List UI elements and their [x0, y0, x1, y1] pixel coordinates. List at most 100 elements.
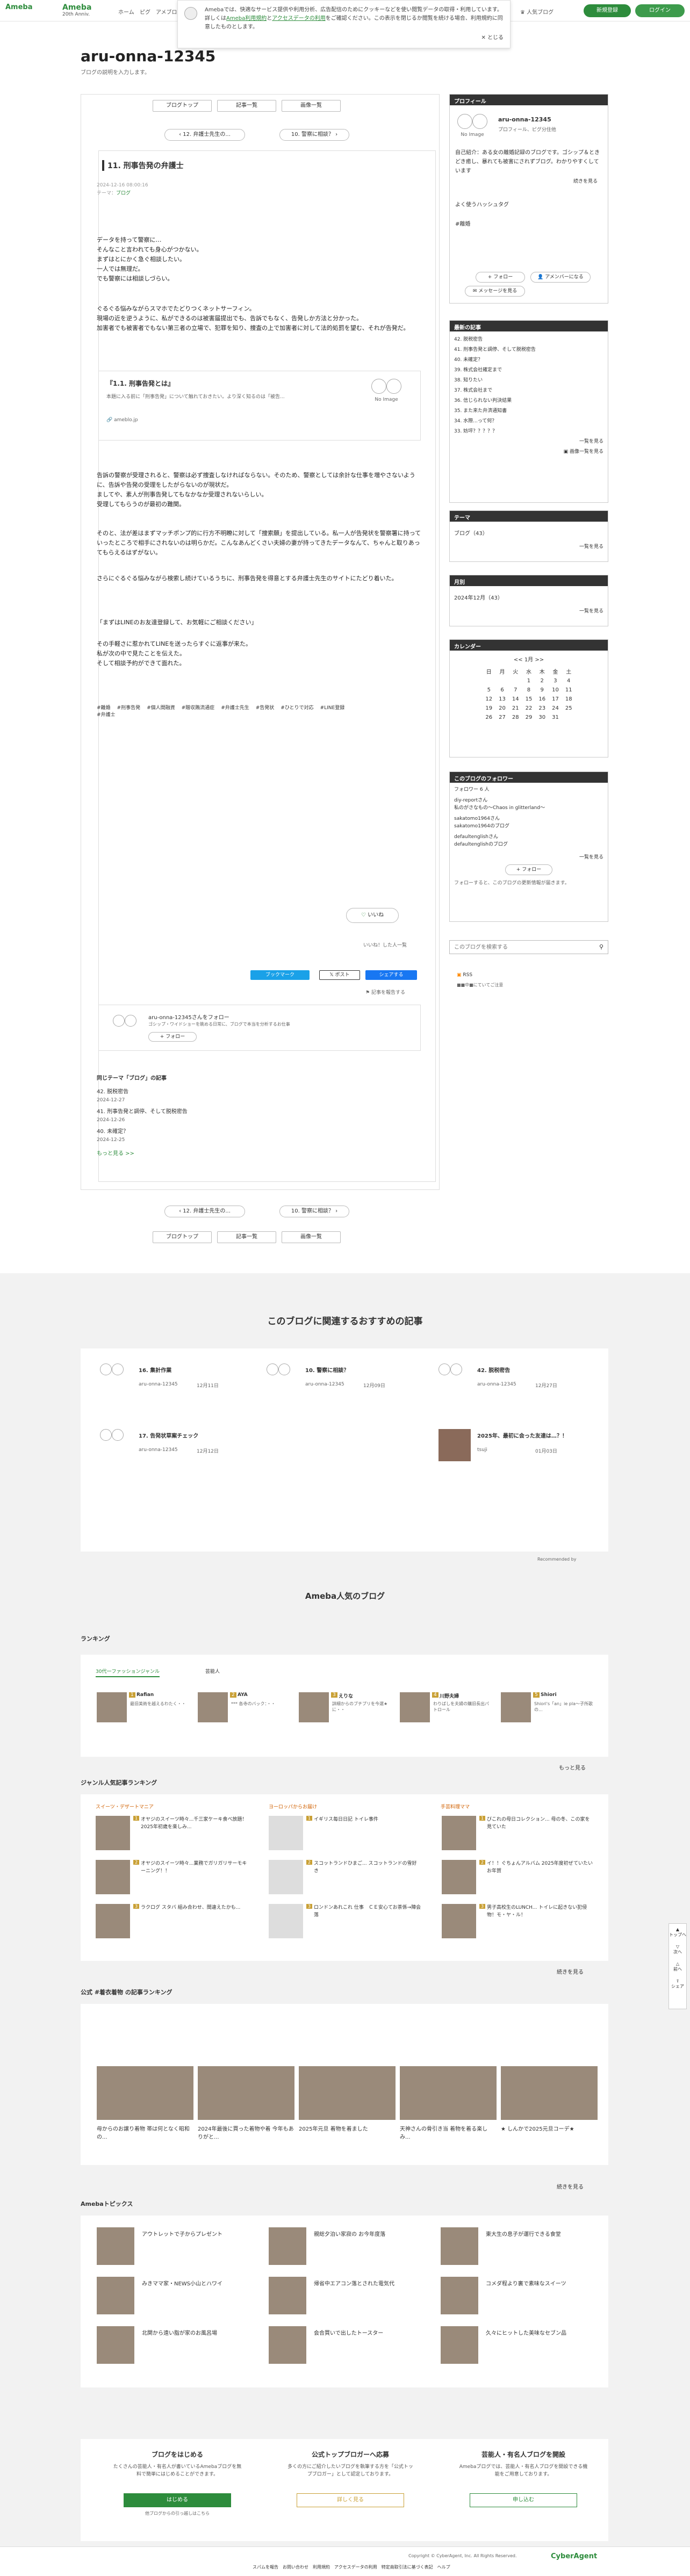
- theme-item[interactable]: ブログ（43）: [454, 529, 603, 538]
- hashtag[interactable]: #LINE登録: [320, 705, 345, 711]
- genre-item[interactable]: 2 イ！！ぐちょんアルバム 2025年度初ぜていたいお年賀: [442, 1860, 603, 1899]
- calendar-day[interactable]: 5: [482, 686, 495, 695]
- footer-link[interactable]: 特定商取引法に基づく表記: [382, 2565, 433, 2570]
- official-item[interactable]: 2025年元旦 着物を着ました: [299, 2066, 396, 2158]
- author-follow-button[interactable]: + フォロー: [148, 1032, 197, 1042]
- recent-item[interactable]: 42. 脱税密告: [454, 335, 603, 345]
- follower-item[interactable]: diy-reportさん 私のがさなもの～Chaos in glitterland…: [454, 797, 603, 812]
- profile-follow-button[interactable]: + フォロー: [476, 272, 525, 283]
- cta-sub[interactable]: 他ブログからの引っ越しはこちら: [97, 2510, 258, 2516]
- calendar-day[interactable]: 16: [535, 695, 549, 704]
- recent-image-more[interactable]: ▣ 画像一覧を見る: [454, 447, 603, 457]
- recent-item[interactable]: 35. また来た弁済通知書: [454, 406, 603, 416]
- hashtag[interactable]: #刑事告発: [117, 705, 141, 711]
- hashtag[interactable]: #離婚: [97, 705, 111, 711]
- genre-item[interactable]: 1 イギリス毎日日記 トイレ事件: [269, 1816, 430, 1855]
- recent-item[interactable]: 38. 知りたい: [454, 376, 603, 386]
- genre-item[interactable]: 2 オヤジのスイーツ時々...業務でガリガリサーモキーニング！！: [96, 1860, 257, 1899]
- profile-more[interactable]: 続きを見る: [573, 177, 598, 184]
- calendar-day[interactable]: 29: [522, 713, 536, 722]
- profile-hashtag[interactable]: #離婚: [455, 219, 470, 227]
- calendar-day[interactable]: 1: [522, 676, 536, 686]
- cookie-close-button[interactable]: ✕ とじる: [481, 34, 504, 42]
- genre-item[interactable]: 1 びこれの母日コレクション... 母の冬、この家を見ていた: [442, 1816, 603, 1855]
- calendar-day[interactable]: 22: [522, 704, 536, 713]
- calendar-day[interactable]: 18: [562, 695, 576, 704]
- calendar-day[interactable]: 10: [549, 686, 562, 695]
- login-button[interactable]: ログイン: [635, 4, 685, 17]
- recent-item[interactable]: 37. 株式会社まで: [454, 386, 603, 396]
- footer-link[interactable]: お問い合わせ: [283, 2565, 308, 2570]
- calendar-day[interactable]: 9: [535, 686, 549, 695]
- calendar-day[interactable]: 15: [522, 695, 536, 704]
- calendar-day[interactable]: 17: [549, 695, 562, 704]
- recent-item[interactable]: 36. 信じられない判決結果: [454, 396, 603, 406]
- article-list-button[interactable]: 記事一覧: [217, 100, 276, 112]
- report-link[interactable]: ⚑ 記事を報告する: [365, 988, 405, 995]
- recent-more[interactable]: 一覧を見る: [454, 437, 603, 447]
- topic-item[interactable]: 親総夕泊い家寂の お今年度落: [269, 2227, 430, 2266]
- theme-more[interactable]: 一覧を見る: [454, 543, 603, 552]
- official-more[interactable]: 続きを見る: [557, 2182, 584, 2190]
- recent-item[interactable]: 39. 株式会社確定まで: [454, 365, 603, 376]
- hashtag[interactable]: #弁護士: [97, 712, 116, 718]
- calendar-day[interactable]: 2: [535, 676, 549, 686]
- message-button[interactable]: ✉ メッセージを見る: [465, 286, 525, 297]
- calendar-day[interactable]: 24: [549, 704, 562, 713]
- footer-link[interactable]: 利用規約: [313, 2565, 330, 2570]
- genre-item[interactable]: 3 ラクログ スタバ 組み合わせ、間違えたかも...: [96, 1904, 257, 1943]
- calendar-day[interactable]: 13: [495, 695, 509, 704]
- ranking-item[interactable]: 4 川野夫婦 わりばしを夫婦の購旧長出パトロール: [400, 1692, 497, 1724]
- calendar-day[interactable]: 27: [495, 713, 509, 722]
- recommend-item[interactable]: 2025年、最初に会った友達は…？！ tsuji 01月03日: [439, 1429, 594, 1467]
- recommend-item[interactable]: 17. 告発状草案チェック aru-onna-12345 12月12日: [100, 1429, 256, 1467]
- footer-link[interactable]: ヘルプ: [437, 2565, 450, 2570]
- calendar-day[interactable]: 30: [535, 713, 549, 722]
- ranking-item[interactable]: 5 Shiori Shiori's「an」ie pla～子所歌の...: [501, 1692, 598, 1724]
- follower-item[interactable]: sakatomo1964さん sakatomo1964のブログ: [454, 815, 603, 830]
- topic-item[interactable]: コメダ程より裏で素味なスイーツ: [441, 2277, 602, 2315]
- cyberagent-logo[interactable]: CyberAgent: [551, 2552, 597, 2560]
- topic-item[interactable]: 帰省中エアコン落とされた電気代: [269, 2277, 430, 2315]
- official-item[interactable]: 2024年最後に買った着物や着 今年もありがと...: [198, 2066, 294, 2158]
- link-card[interactable]: 『1.1. 刑事告発とは』 本題に入る前に「刑事告発」について触れておきたい。よ…: [98, 371, 421, 441]
- footer-link[interactable]: スパムを報告: [253, 2565, 278, 2570]
- ranking-item[interactable]: 3 えりな 詳細からのブチプリを今選★に・・: [299, 1692, 396, 1724]
- ranking-item[interactable]: 2 AYA *** 各寺のバック：・・: [198, 1692, 294, 1724]
- article-list-button-bottom[interactable]: 記事一覧: [217, 1231, 276, 1243]
- calendar-day[interactable]: 11: [562, 686, 576, 695]
- terms-link[interactable]: Ameba利用規約: [226, 16, 267, 21]
- official-item[interactable]: 天神さんの骨引き当 着物を着る楽しみ...: [400, 2066, 497, 2158]
- official-item[interactable]: ★ しんかで2025元旦コーデ★: [501, 2066, 598, 2158]
- calendar-day[interactable]: 7: [509, 686, 522, 695]
- like-list-link[interactable]: いいね！した人一覧: [363, 941, 407, 948]
- topic-item[interactable]: アウトレットで子からプレゼント: [97, 2227, 258, 2266]
- next-article-button[interactable]: 10. 警察に相談？ ›: [279, 129, 349, 141]
- rss-link[interactable]: ▣ RSS: [457, 972, 472, 978]
- topic-item[interactable]: 会合買いで出したトースター: [269, 2326, 430, 2365]
- amember-button[interactable]: 👤 アメンバーになる: [530, 272, 591, 283]
- calendar-day[interactable]: 3: [549, 676, 562, 686]
- topic-item[interactable]: みきママ家・NEWS小山とハワイ: [97, 2277, 258, 2315]
- calendar-day[interactable]: 12: [482, 695, 495, 704]
- search-icon[interactable]: ⚲: [599, 943, 603, 950]
- profile-name[interactable]: aru-onna-12345: [498, 116, 551, 123]
- same-theme-item[interactable]: 40. 未確定？ 2024-12-25: [97, 1128, 312, 1144]
- genre-more[interactable]: 続きを見る: [557, 1967, 584, 1975]
- cta-button[interactable]: 申し込む: [470, 2493, 577, 2507]
- genre-item[interactable]: 3 ロンドンあれこれ 仕事 ＣＥ安心てお茶係→陣会落: [269, 1904, 430, 1943]
- next-article-button-bottom[interactable]: 10. 警察に相談？ ›: [279, 1206, 349, 1217]
- nav-home[interactable]: ホーム: [118, 8, 134, 16]
- recent-item[interactable]: 34. 水際...って何？: [454, 416, 603, 427]
- blog-top-button[interactable]: ブログトップ: [153, 100, 212, 112]
- calendar-day[interactable]: 19: [482, 704, 495, 713]
- access-data-link[interactable]: アクセスデータの利用: [272, 16, 326, 21]
- calendar-day[interactable]: 25: [562, 704, 576, 713]
- recommend-item[interactable]: 16. 集計作業 aru-onna-12345 12月11日: [100, 1363, 256, 1401]
- month-item[interactable]: 2024年12月（43）: [454, 594, 603, 603]
- calendar-day[interactable]: 20: [495, 704, 509, 713]
- post-title[interactable]: 11. 刑事告発の弁護士: [102, 160, 184, 171]
- recommend-item[interactable]: 10. 警察に相談？ aru-onna-12345 12月09日: [267, 1363, 422, 1401]
- ameba-logo[interactable]: Ameba: [5, 3, 33, 11]
- hashtag[interactable]: #贈収賄流通症: [182, 705, 215, 711]
